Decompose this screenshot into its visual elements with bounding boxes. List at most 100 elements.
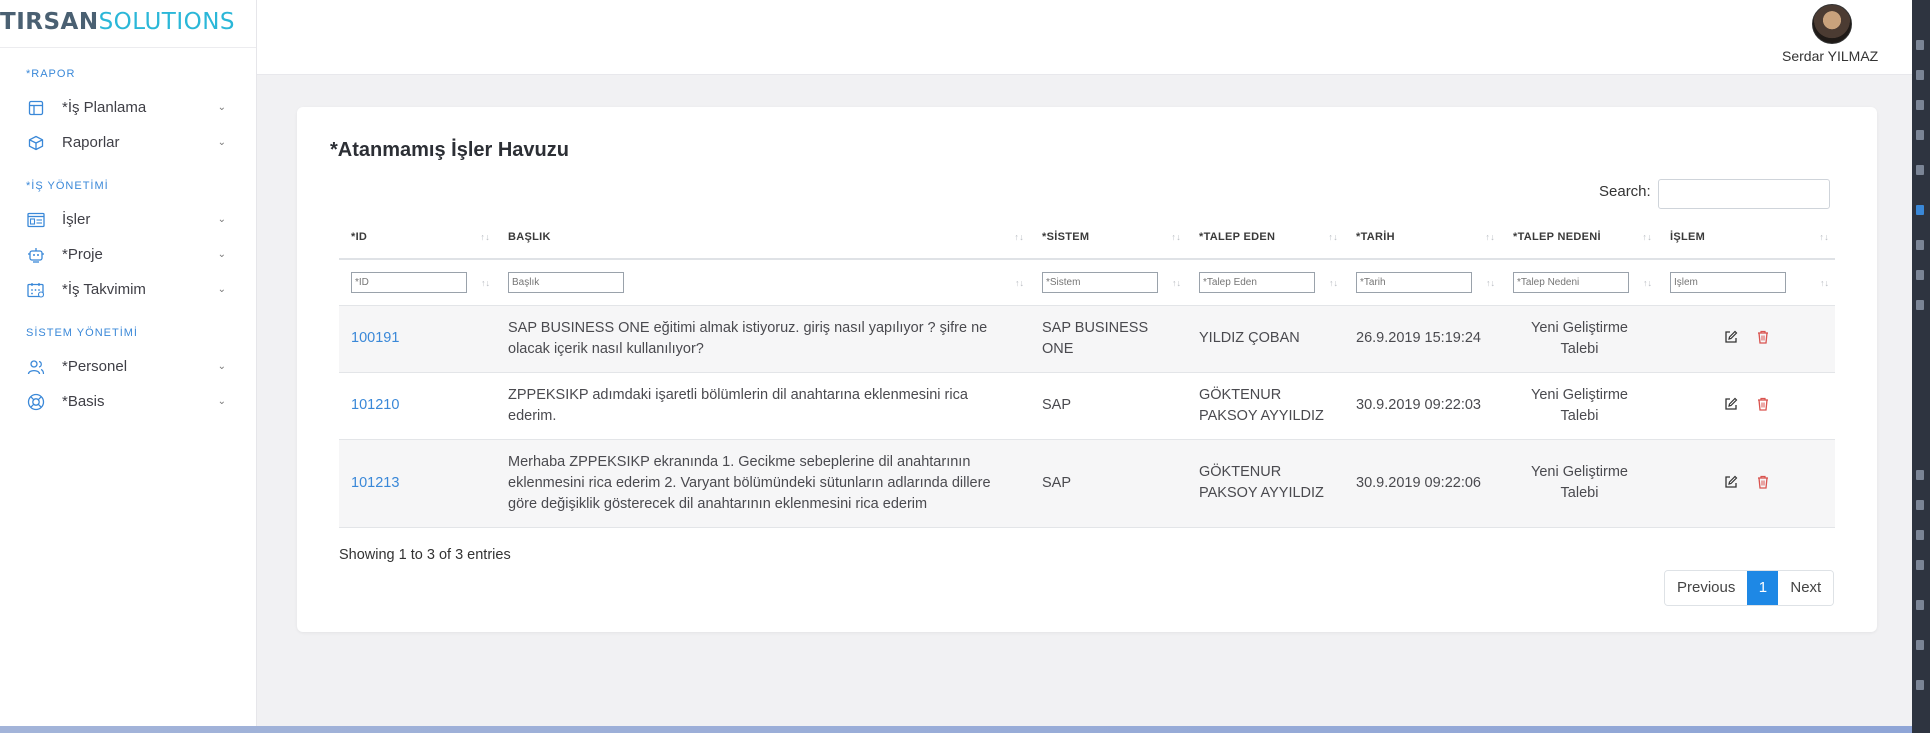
column-header-label: *TARİH — [1356, 230, 1395, 243]
cell-talep-eden: YILDIZ ÇOBAN — [1187, 305, 1344, 373]
chevron-down-icon: ⌄ — [217, 249, 226, 260]
layout-icon — [26, 98, 46, 118]
column-header-label: *TALEP NEDENİ — [1513, 230, 1601, 243]
sidebar-item-isler[interactable]: İşler ⌄ — [0, 202, 256, 237]
unassigned-jobs-card: *Atanmamış İşler Havuzu Search: *ID ↑↓ BA… — [297, 107, 1877, 632]
column-header-baslik[interactable]: BAŞLIK ↑↓ — [496, 215, 1030, 260]
column-header-id[interactable]: *ID ↑↓ — [339, 215, 496, 260]
brand-logo-light: SOLUTIONS — [98, 9, 236, 35]
table-row: 101213 Merhaba ZPPEKSIKP ekranında 1. Ge… — [339, 439, 1835, 528]
pagination: Previous 1 Next — [1664, 570, 1835, 606]
sort-icon: ↑↓ — [481, 278, 490, 288]
edit-icon[interactable] — [1723, 475, 1739, 491]
lifebuoy-icon — [26, 392, 46, 412]
chevron-down-icon: ⌄ — [217, 214, 226, 225]
sidebar: TIRSANSOLUTIONS *RAPOR *İş Planlama ⌄ Ra… — [0, 0, 257, 733]
filter-input-id[interactable] — [351, 271, 467, 293]
cell-sistem: SAP BUSINESS ONE — [1030, 305, 1187, 373]
filter-input-baslik[interactable] — [508, 271, 624, 293]
avatar[interactable] — [1812, 4, 1852, 44]
users-icon — [26, 357, 46, 377]
delete-icon[interactable] — [1755, 475, 1771, 491]
column-header-label: *SİSTEM — [1042, 230, 1090, 243]
column-header-label: *ID — [351, 230, 368, 243]
sort-icon: ↑↓ — [1819, 232, 1829, 242]
sort-icon: ↑↓ — [1643, 278, 1652, 288]
sort-icon: ↑↓ — [1328, 232, 1338, 242]
filter-input-talep-nedeni[interactable] — [1513, 271, 1629, 293]
column-header-talep-nedeni[interactable]: *TALEP NEDENİ ↑↓ — [1501, 215, 1658, 260]
job-id-link[interactable]: 101213 — [351, 475, 399, 491]
right-edge-panel — [1912, 0, 1930, 733]
sidebar-item-raporlar[interactable]: Raporlar ⌄ — [0, 125, 256, 160]
chevron-down-icon: ⌄ — [217, 361, 226, 372]
bottom-status-bar — [0, 726, 1912, 733]
sort-icon: ↑↓ — [1172, 278, 1181, 288]
cell-islem — [1658, 439, 1835, 528]
filter-input-talep-eden[interactable] — [1199, 271, 1315, 293]
filter-input-sistem[interactable] — [1042, 271, 1158, 293]
brand-logo[interactable]: TIRSANSOLUTIONS — [0, 0, 256, 48]
cell-talep-eden: GÖKTENUR PAKSOY AYYILDIZ — [1187, 372, 1344, 440]
sidebar-item-label: *Proje — [62, 246, 103, 263]
sidebar-item-label: İşler — [62, 211, 91, 228]
delete-icon[interactable] — [1755, 330, 1771, 346]
filter-row: ↑↓ ↑↓ ↑↓ ↑↓ ↑↓ ↑↓ ↑↓ — [339, 259, 1835, 306]
delete-icon[interactable] — [1755, 397, 1771, 413]
sidebar-item-is-planlama[interactable]: *İş Planlama ⌄ — [0, 90, 256, 125]
chevron-down-icon: ⌄ — [217, 284, 226, 295]
top-bar: Serdar YILMAZ — [257, 0, 1912, 75]
sort-icon: ↑↓ — [1015, 278, 1024, 288]
calendar-icon — [26, 280, 46, 300]
sort-icon: ↑↓ — [480, 232, 490, 242]
column-header-label: BAŞLIK — [508, 230, 551, 243]
sort-icon: ↑↓ — [1486, 278, 1495, 288]
cell-talep-nedeni: Yeni Geliştirme Talebi — [1501, 372, 1658, 440]
table-info: Showing 1 to 3 of 3 entries — [339, 547, 511, 563]
box-icon — [26, 133, 46, 153]
table-row: 100191 SAP BUSINESS ONE eğitimi almak is… — [339, 305, 1835, 373]
cell-tarih: 30.9.2019 09:22:06 — [1344, 439, 1501, 528]
sidebar-item-proje[interactable]: *Proje ⌄ — [0, 237, 256, 272]
cell-sistem: SAP — [1030, 439, 1187, 528]
sort-icon: ↑↓ — [1820, 278, 1829, 288]
edit-icon[interactable] — [1723, 330, 1739, 346]
sidebar-item-label: *İş Planlama — [62, 99, 147, 116]
edit-icon[interactable] — [1723, 397, 1739, 413]
column-header-tarih[interactable]: *TARİH ↑↓ — [1344, 215, 1501, 260]
cell-talep-eden: GÖKTENUR PAKSOY AYYILDIZ — [1187, 439, 1344, 528]
cell-baslik: Merhaba ZPPEKSIKP ekranında 1. Gecikme s… — [496, 439, 1030, 528]
brand-logo-bold: TIRSAN — [0, 9, 99, 35]
next-page-button[interactable]: Next — [1778, 571, 1834, 605]
job-id-link[interactable]: 100191 — [351, 330, 399, 346]
search-input[interactable] — [1658, 179, 1830, 209]
section-header-is-yonetimi: *İŞ YÖNETİMİ — [26, 180, 109, 192]
list-window-icon — [26, 210, 46, 230]
sort-icon: ↑↓ — [1014, 232, 1024, 242]
page-1-button[interactable]: 1 — [1747, 571, 1779, 605]
sidebar-item-personel[interactable]: *Personel ⌄ — [0, 349, 256, 384]
section-header-rapor: *RAPOR — [26, 68, 76, 80]
sidebar-item-is-takvimim[interactable]: *İş Takvimim ⌄ — [0, 272, 256, 307]
jobs-table: *ID ↑↓ BAŞLIK ↑↓ *SİSTEM ↑↓ *TALEP EDEN ↑↓ *… — [339, 215, 1835, 528]
chevron-down-icon: ⌄ — [217, 396, 226, 407]
table-row: 101210 ZPPEKSIKP adımdaki işaretli bölüm… — [339, 372, 1835, 440]
column-header-label: İŞLEM — [1670, 230, 1706, 243]
filter-input-tarih[interactable] — [1356, 271, 1472, 293]
search-label: Search: — [1599, 183, 1651, 200]
filter-input-islem[interactable] — [1670, 271, 1786, 293]
sidebar-item-label: *Basis — [62, 393, 105, 410]
sidebar-item-basis[interactable]: *Basis ⌄ — [0, 384, 256, 419]
previous-page-button[interactable]: Previous — [1665, 571, 1748, 605]
chevron-down-icon: ⌄ — [217, 102, 226, 113]
cell-tarih: 26.9.2019 15:19:24 — [1344, 305, 1501, 373]
column-header-sistem[interactable]: *SİSTEM ↑↓ — [1030, 215, 1187, 260]
sort-icon: ↑↓ — [1171, 232, 1181, 242]
job-id-link[interactable]: 101210 — [351, 397, 399, 413]
user-name[interactable]: Serdar YILMAZ — [1782, 48, 1878, 64]
robot-icon — [26, 245, 46, 265]
column-header-talep-eden[interactable]: *TALEP EDEN ↑↓ — [1187, 215, 1344, 260]
column-header-islem[interactable]: İŞLEM ↑↓ — [1658, 215, 1835, 260]
sidebar-item-label: Raporlar — [62, 134, 120, 151]
sort-icon: ↑↓ — [1485, 232, 1495, 242]
